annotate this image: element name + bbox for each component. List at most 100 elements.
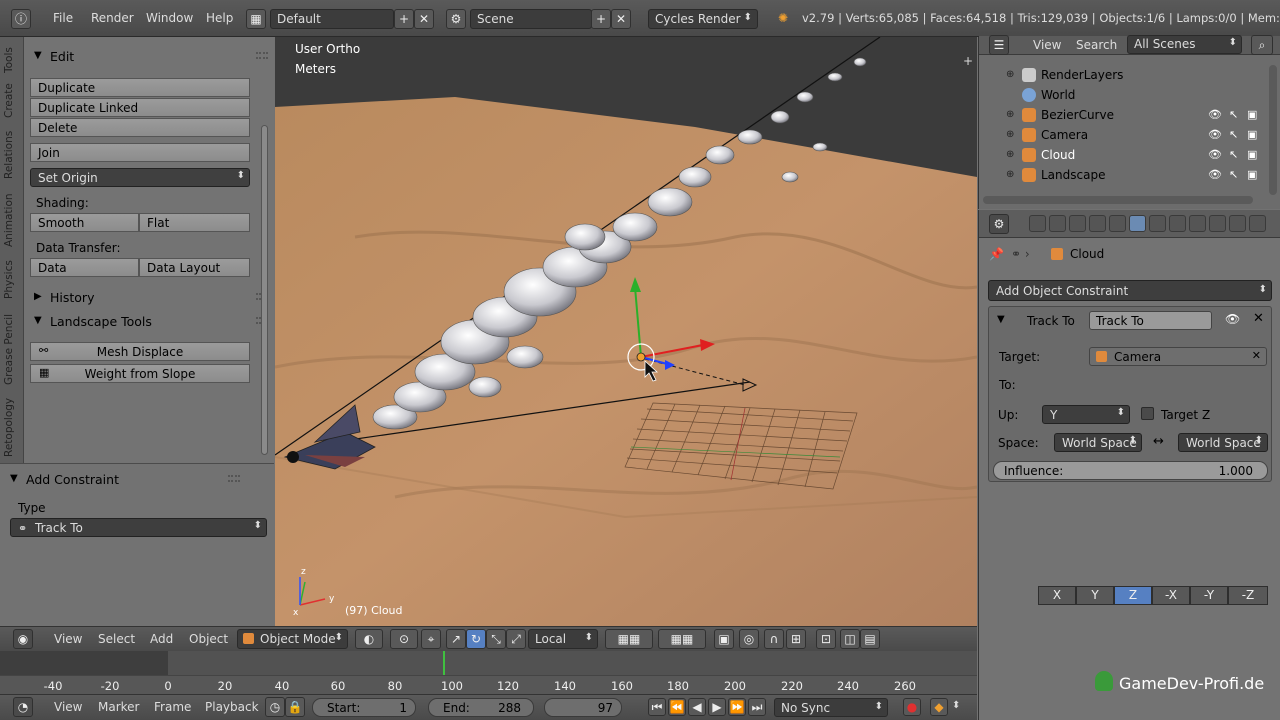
data-button[interactable]: Data [30,258,139,277]
scale-manipulator-icon[interactable]: ⤡ [486,629,506,649]
scene-layers-grid-1[interactable]: ▦▦ [605,629,653,649]
particles-tab-icon[interactable] [1229,215,1246,232]
expand-plus-icon[interactable]: ⊕ [1006,169,1014,180]
world-tab-icon[interactable] [1089,215,1106,232]
outliner-menu-search[interactable]: Search [1076,38,1117,52]
data-layout-button[interactable]: Data Layout [139,258,250,277]
render-engine-dropdown[interactable]: Cycles Render ⬍ [648,9,758,29]
jump-to-end-icon[interactable]: ⏭ [748,698,766,716]
scene-layers-grid-2[interactable]: ▦▦ [658,629,706,649]
add-object-constraint-dropdown[interactable]: Add Object Constraint ⬍ [988,280,1272,301]
remove-scene-x-icon[interactable]: ✕ [611,9,631,29]
expand-plus-icon[interactable]: ⊕ [1006,149,1014,160]
timeline-menu-playback[interactable]: Playback [205,700,259,714]
menu-view[interactable]: View [54,632,82,646]
outliner-h-scrollbar[interactable] [983,196,1253,204]
to-axis-neg-y-button[interactable]: -Y [1190,586,1228,605]
delete-button[interactable]: Delete [30,118,250,137]
menu-file[interactable]: File [53,11,73,25]
constraint-name-field[interactable]: Track To [1089,311,1212,330]
render-layers-tab-icon[interactable] [1049,215,1066,232]
visibility-eye-icon[interactable]: 👁 [1208,168,1222,181]
menu-object[interactable]: Object [189,632,228,646]
preview-range-icon[interactable]: ◷ [265,697,285,717]
rotate-manipulator-icon[interactable]: ↻ [466,629,486,649]
current-frame-field[interactable]: 97 [544,698,622,717]
render-camera-icon[interactable]: ▣ [1247,148,1257,161]
add-scene-plus-icon[interactable]: + [591,9,611,29]
render-animation-icon[interactable]: ▤ [860,629,880,649]
menu-select[interactable]: Select [98,632,135,646]
target-z-checkbox[interactable] [1141,407,1154,420]
editor-type-icon[interactable]: ☰ [989,35,1009,55]
tab-retopology[interactable]: Retopology [3,395,21,459]
current-frame-indicator[interactable] [443,651,445,675]
snap-target-icon[interactable]: ⊡ [816,629,836,649]
up-axis-dropdown[interactable]: Y ⬍ [1042,405,1130,424]
info-editor-icon[interactable]: ⓘ [11,9,31,29]
selectable-arrow-icon[interactable]: ↖ [1229,128,1238,141]
expand-plus-icon[interactable]: ⊕ [1006,109,1014,120]
join-button[interactable]: Join [30,143,250,162]
selectable-arrow-icon[interactable]: ↖ [1229,108,1238,121]
duplicate-linked-button[interactable]: Duplicate Linked [30,98,250,117]
owner-space-dropdown[interactable]: World Space ⬍ [1054,433,1142,452]
influence-slider[interactable]: Influence: 1.000 [993,461,1268,480]
render-tab-icon[interactable] [1029,215,1046,232]
expand-plus-icon[interactable]: ⊕ [1006,69,1014,80]
to-axis-neg-x-button[interactable]: -X [1152,586,1190,605]
scene-tab-icon[interactable] [1069,215,1086,232]
timeline-editor-type-icon[interactable]: ◔ [13,697,33,717]
menu-render[interactable]: Render [91,11,134,25]
proportional-edit-icon[interactable]: ◎ [739,629,759,649]
render-camera-icon[interactable]: ▣ [1247,128,1257,141]
drag-grip-icon[interactable] [228,475,240,482]
manipulator-toggle-icon[interactable]: ⌖ [421,629,441,649]
end-frame-field[interactable]: End: 288 [428,698,534,717]
layout-grid-icon[interactable]: ▦ [246,9,266,29]
viewport-shading-icon[interactable]: ◐ [355,629,383,649]
to-axis-x-button[interactable]: X [1038,586,1076,605]
clear-target-x-icon[interactable]: ✕ [1252,349,1261,362]
to-axis-y-button[interactable]: Y [1076,586,1114,605]
sync-mode-dropdown[interactable]: No Sync ⬍ [774,698,888,717]
timeline-menu-frame[interactable]: Frame [154,700,191,714]
duplicate-button[interactable]: Duplicate [30,78,250,97]
delete-constraint-x-icon[interactable]: ✕ [1253,311,1264,326]
interaction-mode-dropdown[interactable]: Object Mode ⬍ [237,629,348,649]
constraint-type-dropdown[interactable]: ⚭ Track To ⬍ [10,518,267,537]
layout-name-field[interactable]: Default [270,9,394,29]
remove-layout-x-icon[interactable]: ✕ [414,9,434,29]
tab-grease-pencil[interactable]: Grease Pencil [3,309,21,389]
pin-icon[interactable]: 📌 [989,247,1004,261]
visibility-eye-icon[interactable]: 👁 [1208,108,1222,121]
tab-create[interactable]: Create [3,81,21,121]
outliner-row-renderlayers[interactable]: ⊕ RenderLayers [979,65,1280,85]
modifiers-tab-icon[interactable] [1149,215,1166,232]
play-reverse-icon[interactable]: ◀ [688,698,706,716]
scene-name-field[interactable]: Scene [470,9,592,29]
search-icon[interactable]: ⌕ [1251,35,1273,55]
editor-type-icon[interactable]: ◉ [13,629,33,649]
smooth-button[interactable]: Smooth [30,213,139,232]
visibility-eye-icon[interactable]: 👁 [1208,128,1222,141]
tab-tools[interactable]: Tools [3,43,21,77]
expand-plus-icon[interactable]: ⊕ [1006,129,1014,140]
jump-to-keyframe-next-icon[interactable]: ⏩ [728,698,746,716]
target-space-dropdown[interactable]: World Space ⬍ [1178,433,1268,452]
translate-manipulator-icon[interactable]: ↗ [446,629,466,649]
timeline[interactable]: -40 -20 0 20 40 60 80 100 120 140 160 180 200 220 240 2… [0,651,977,694]
visibility-eye-icon[interactable]: 👁 [1208,148,1222,161]
menu-add[interactable]: Add [150,632,173,646]
constraint-visibility-eye-icon[interactable]: 👁 [1225,312,1240,326]
tab-physics[interactable]: Physics [3,257,21,303]
start-frame-field[interactable]: Start: 1 [312,698,416,717]
weight-from-slope-button[interactable]: ▦ Weight from Slope [30,364,250,383]
keying-set-icon[interactable]: ◆ [930,698,948,716]
outliner-row-landscape[interactable]: ⊕ Landscape 👁 ↖ ▣ [979,165,1280,185]
object-tab-icon[interactable] [1109,215,1126,232]
menu-window[interactable]: Window [146,11,193,25]
record-keyframes-icon[interactable]: ● [903,698,921,716]
add-constraint-header[interactable]: ▼ Add Constraint [4,469,250,491]
toolshelf-scrollbar[interactable] [260,40,269,460]
